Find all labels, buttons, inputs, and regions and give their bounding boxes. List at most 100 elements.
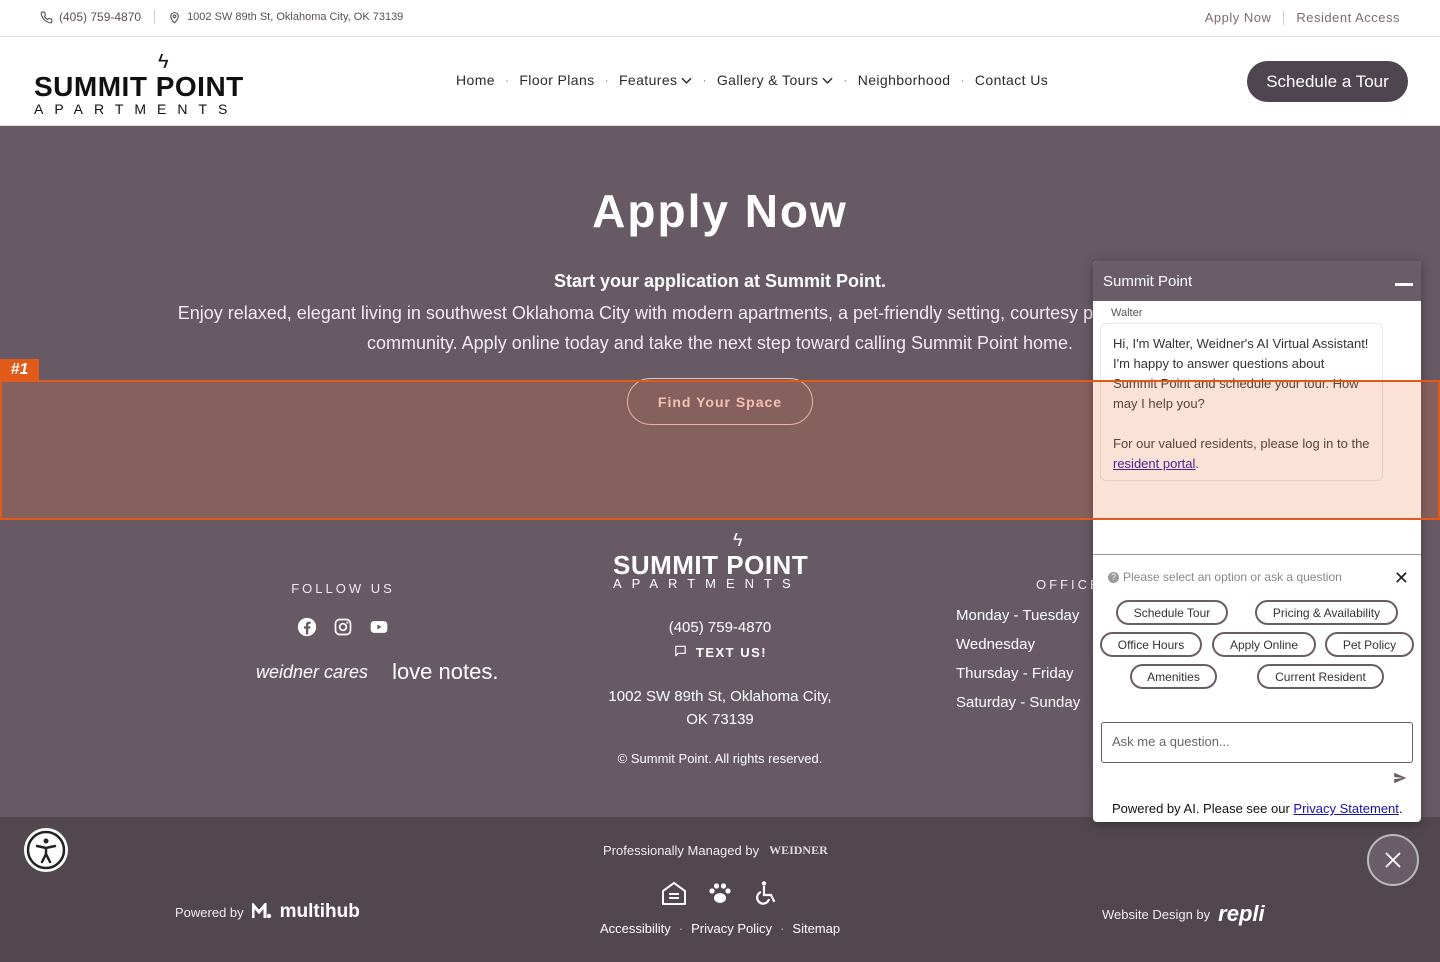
- multihub-logo[interactable]: multihub: [280, 901, 360, 923]
- accessibility-icon: [26, 830, 66, 870]
- privacy-statement-link[interactable]: Privacy Statement: [1293, 801, 1399, 816]
- legal-links: Accessibility · Privacy Policy · Sitemap: [600, 921, 840, 936]
- resident-access-link[interactable]: Resident Access: [1296, 10, 1400, 25]
- topbar-address[interactable]: 1002 SW 89th St, Oklahoma City, OK 73139: [187, 11, 403, 23]
- contact-info: (405) 759-4870 1002 SW 89th St, Oklahoma…: [40, 10, 403, 24]
- nav-separator: ·: [504, 73, 510, 87]
- option-schedule-tour[interactable]: Schedule Tour: [1116, 600, 1228, 625]
- close-icon[interactable]: ✕: [1394, 568, 1409, 589]
- nav-floor-plans[interactable]: Floor Plans: [519, 72, 594, 88]
- chat-input[interactable]: Ask me a question...: [1101, 722, 1413, 763]
- minimize-icon[interactable]: [1395, 283, 1413, 286]
- option-apply-online[interactable]: Apply Online: [1212, 632, 1316, 657]
- divider: [154, 10, 156, 24]
- youtube-icon[interactable]: [369, 617, 389, 637]
- bot-name: Walter: [1111, 307, 1143, 319]
- hours-day: Saturday - Sunday: [956, 694, 1081, 711]
- divider: [1283, 10, 1285, 25]
- nav-neighborhood[interactable]: Neighborhood: [858, 72, 951, 88]
- sitemap-link[interactable]: Sitemap: [792, 921, 840, 936]
- annotation-tag: #1: [0, 359, 39, 381]
- option-pricing[interactable]: Pricing & Availability: [1255, 600, 1398, 625]
- text-us-link[interactable]: TEXT US!: [620, 644, 820, 661]
- instagram-icon[interactable]: [333, 617, 353, 637]
- topbar-phone[interactable]: (405) 759-4870: [59, 10, 141, 24]
- love-notes-logo[interactable]: love notes.: [392, 661, 498, 683]
- partner-logos: weidner cares love notes.: [256, 661, 498, 683]
- nav-gallery-label: Gallery & Tours: [716, 72, 819, 88]
- multihub-icon: [251, 900, 272, 922]
- chat-bubble-icon: [673, 644, 688, 661]
- site-logo[interactable]: ϟ SUMMIT POINT APARTMENTS: [34, 51, 260, 117]
- follow-us-heading: FOLLOW US: [291, 581, 395, 596]
- chat-widget: Summit Point Walter Hi, I'm Walter, Weid…: [1093, 261, 1421, 822]
- weidner-cares-logo[interactable]: weidner cares: [256, 663, 368, 681]
- nav-separator: ·: [843, 73, 848, 87]
- nav-contact-us[interactable]: Contact Us: [975, 72, 1048, 88]
- social-links: [297, 617, 389, 637]
- chat-header: Summit Point: [1093, 261, 1421, 301]
- location-pin-icon: [168, 11, 181, 24]
- close-icon: [1385, 852, 1401, 868]
- managed-by: Professionally Managed by WEIDNER: [603, 843, 828, 858]
- nav-separator: ·: [702, 73, 707, 87]
- send-icon[interactable]: [1393, 771, 1407, 788]
- chevron-down-icon: [681, 77, 693, 88]
- repli-logo[interactable]: repli: [1218, 901, 1264, 927]
- top-bar: (405) 759-4870 1002 SW 89th St, Oklahoma…: [0, 0, 1440, 37]
- option-pet-policy[interactable]: Pet Policy: [1325, 632, 1414, 657]
- footer-logo[interactable]: ϟ SUMMIT POINT APARTMENTS: [613, 530, 827, 591]
- hours-day: Wednesday: [956, 636, 1035, 653]
- accessibility-button[interactable]: [24, 828, 68, 872]
- hours-day: Thursday - Friday: [956, 665, 1074, 682]
- powered-by-label: Powered by: [175, 904, 244, 920]
- ai-note-text: Powered by AI. Please see our: [1112, 801, 1290, 816]
- options-hint: ? Please select an option or ask a quest…: [1108, 570, 1342, 584]
- logo-name: SUMMIT POINT: [34, 71, 244, 102]
- main-header: ϟ SUMMIT POINT APARTMENTS Home · Floor P…: [0, 37, 1440, 126]
- apply-now-link[interactable]: Apply Now: [1205, 10, 1272, 25]
- help-icon: ?: [1108, 571, 1119, 583]
- link-separator: ·: [678, 921, 684, 936]
- nav-separator: ·: [604, 73, 609, 87]
- equal-housing-icon: [660, 879, 688, 907]
- accessibility-link[interactable]: Accessibility: [600, 921, 671, 936]
- footer-address[interactable]: 1002 SW 89th St, Oklahoma City, OK 73139: [600, 685, 840, 731]
- paw-icon: [706, 879, 734, 907]
- footer-phone[interactable]: (405) 759-4870: [620, 619, 820, 636]
- nav-features-label: Features: [618, 72, 678, 88]
- nav-features[interactable]: Features: [618, 72, 693, 88]
- option-amenities[interactable]: Amenities: [1130, 664, 1217, 689]
- option-current-resident[interactable]: Current Resident: [1257, 664, 1384, 689]
- schedule-tour-button[interactable]: Schedule a Tour: [1247, 61, 1408, 102]
- page-title: Apply Now: [592, 185, 848, 237]
- chat-close-button[interactable]: [1367, 834, 1419, 886]
- nav-gallery-tours[interactable]: Gallery & Tours: [717, 72, 833, 88]
- website-design-by: Website Design by repli: [1102, 901, 1265, 927]
- website-design-label: Website Design by: [1102, 906, 1211, 922]
- option-office-hours[interactable]: Office Hours: [1100, 632, 1202, 657]
- powered-by: Powered by multihub: [175, 900, 360, 923]
- office-hours-heading: OFFICE: [1036, 577, 1102, 592]
- nav-separator: ·: [960, 73, 965, 87]
- annotation-highlight: [0, 380, 1440, 520]
- main-nav: Home · Floor Plans · Features · Gallery …: [456, 72, 1048, 88]
- topbar-links: Apply Now Resident Access: [1205, 10, 1400, 25]
- managed-by-label: Professionally Managed by: [603, 843, 760, 858]
- wheelchair-icon: [752, 879, 780, 907]
- options-hint-text: Please select an option or ask a questio…: [1123, 570, 1342, 584]
- text-us-label: TEXT US!: [695, 645, 768, 660]
- privacy-policy-link[interactable]: Privacy Policy: [691, 921, 772, 936]
- facebook-icon[interactable]: [297, 617, 317, 637]
- logo-subtitle: APARTMENTS: [34, 101, 239, 117]
- link-separator: ·: [780, 921, 785, 936]
- weidner-logo[interactable]: WEIDNER: [769, 843, 828, 858]
- phone-icon: [40, 11, 53, 24]
- logo-bolt-icon: ϟ: [733, 530, 743, 550]
- chat-title: Summit Point: [1103, 273, 1193, 290]
- nav-home[interactable]: Home: [456, 72, 495, 88]
- copyright: © Summit Point. All rights reserved.: [617, 751, 823, 766]
- hours-day: Monday - Tuesday: [956, 607, 1080, 624]
- footer-logo-subtitle: APARTMENTS: [613, 576, 801, 591]
- policy-icons: [660, 879, 780, 907]
